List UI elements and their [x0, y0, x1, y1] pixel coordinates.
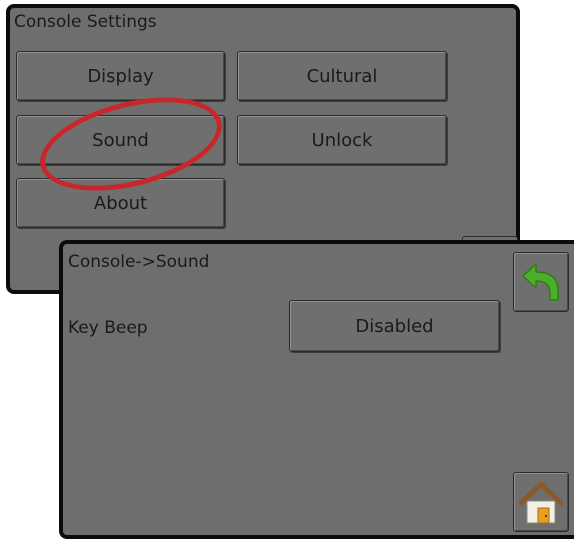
about-button[interactable]: About: [16, 178, 225, 228]
sound-button[interactable]: Sound: [16, 115, 225, 165]
console-settings-title: Console Settings: [14, 12, 157, 32]
screenshot-stage: Console Settings Display Cultural Sound …: [0, 0, 574, 539]
console-sound-title: Console->Sound: [68, 252, 210, 272]
unlock-button[interactable]: Unlock: [237, 115, 447, 165]
home-icon: [519, 481, 563, 524]
back-arrow-icon: [522, 263, 559, 301]
back-button[interactable]: [513, 252, 569, 312]
display-button[interactable]: Display: [16, 51, 225, 101]
key-beep-label: Key Beep: [68, 318, 148, 338]
home-button[interactable]: [513, 472, 569, 532]
console-sound-panel: Console->Sound Key Beep Disabled: [59, 240, 574, 539]
cultural-button[interactable]: Cultural: [237, 51, 447, 101]
key-beep-select[interactable]: Disabled: [289, 300, 500, 352]
